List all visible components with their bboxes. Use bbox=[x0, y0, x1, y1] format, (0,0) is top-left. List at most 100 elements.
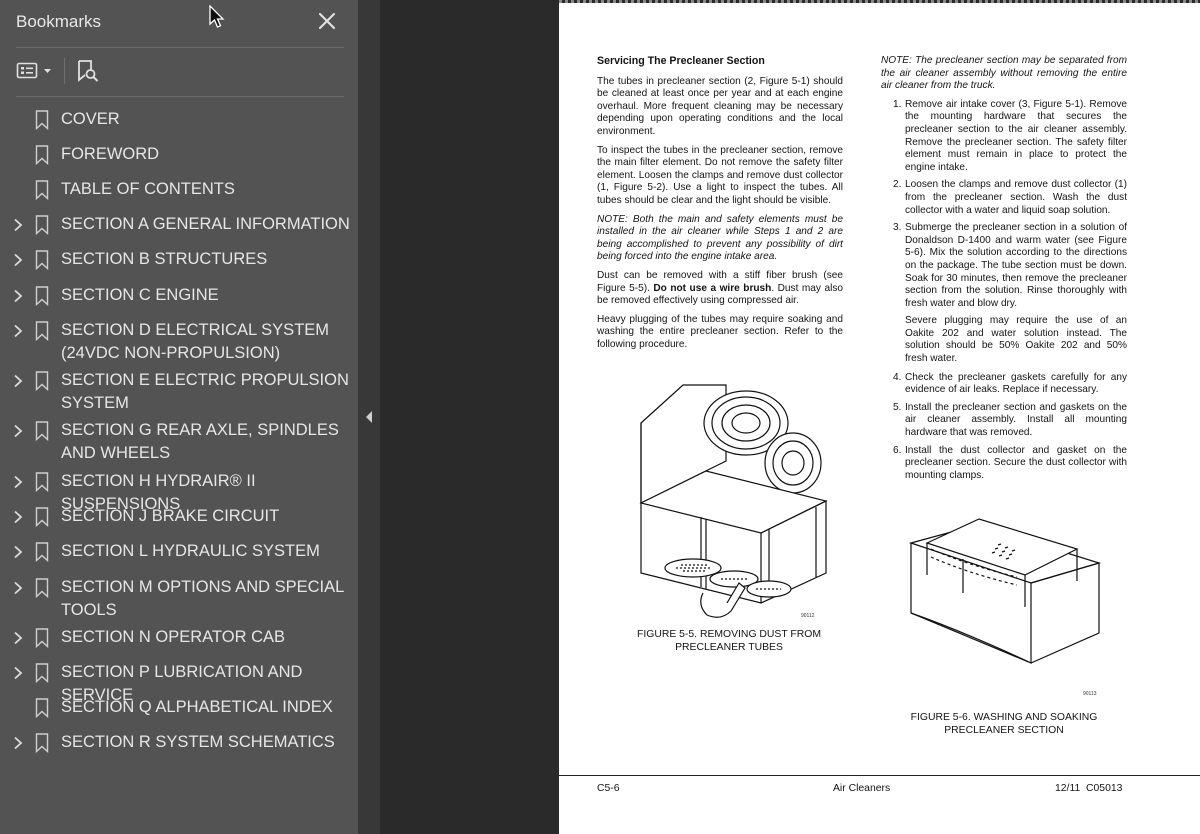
procedure-step: 2. Loosen the clamps and remove dust coll… bbox=[881, 179, 1127, 217]
section-heading: Servicing The Precleaner Section bbox=[597, 55, 765, 67]
note-paragraph: NOTE: The precleaner section may be sepa… bbox=[881, 55, 1127, 92]
bookmark-icon bbox=[35, 663, 49, 684]
caption-line: PRECLEANER SECTION bbox=[944, 724, 1064, 736]
bookmark-icon bbox=[35, 110, 49, 131]
bookmark-item[interactable]: SECTION D ELECTRICAL SYSTEM (24VDC NON-P… bbox=[0, 319, 358, 365]
panel-title: Bookmarks bbox=[16, 12, 102, 31]
procedure-step: 4. Check the precleaner gaskets carefully… bbox=[881, 372, 1127, 397]
step-number: 5. bbox=[893, 401, 902, 413]
page-number: C5-6 bbox=[597, 783, 620, 794]
bookmark-label: SECTION J BRAKE CIRCUIT bbox=[61, 507, 280, 525]
bookmark-item[interactable]: SECTION Q ALPHABETICAL INDEX bbox=[0, 696, 358, 720]
bookmark-label: SECTION G REAR AXLE, SPINDLES AND WHEELS bbox=[61, 421, 339, 462]
bookmark-label: SECTION A GENERAL INFORMATION bbox=[61, 215, 350, 233]
chevron-right-icon[interactable] bbox=[11, 324, 25, 338]
bookmark-item[interactable]: SECTION M OPTIONS AND SPECIAL TOOLS bbox=[0, 576, 358, 622]
step-text: Check the precleaner gaskets carefully f… bbox=[905, 371, 1127, 396]
paragraph: Severe plugging may require the use of a… bbox=[905, 315, 1127, 365]
bookmark-icon bbox=[35, 250, 49, 271]
step-text: Loosen the clamps and remove dust collec… bbox=[905, 179, 1127, 216]
chevron-right-icon[interactable] bbox=[11, 581, 25, 595]
bookmark-label: SECTION C ENGINE bbox=[61, 286, 219, 304]
chevron-right-icon[interactable] bbox=[11, 218, 25, 232]
chevron-right-icon[interactable] bbox=[11, 374, 25, 388]
figure-precleaner-brush: 90112 bbox=[631, 383, 831, 623]
chevron-right-icon[interactable] bbox=[11, 475, 25, 489]
bookmarks-toolbar bbox=[0, 52, 358, 90]
bookmark-icon bbox=[35, 371, 49, 392]
bookmarks-header: Bookmarks bbox=[0, 0, 358, 46]
step-text: Install the dust collector and gasket on… bbox=[905, 444, 1127, 481]
bookmark-icon bbox=[35, 698, 49, 719]
find-bookmark-icon[interactable] bbox=[75, 58, 101, 84]
procedure-step: 5. Install the precleaner section and gas… bbox=[881, 402, 1127, 440]
chevron-right-icon[interactable] bbox=[11, 666, 25, 680]
bookmark-item[interactable]: COVER bbox=[0, 108, 358, 132]
bookmark-item[interactable]: SECTION N OPERATOR CAB bbox=[0, 626, 358, 650]
procedure-step: 3. Submerge the precleaner section in a s… bbox=[881, 222, 1127, 310]
step-number: 6. bbox=[893, 444, 902, 456]
chevron-right-icon[interactable] bbox=[11, 545, 25, 559]
bookmark-item[interactable]: SECTION J BRAKE CIRCUIT bbox=[0, 505, 358, 529]
step-number: 1. bbox=[893, 98, 902, 110]
procedure-steps: 1. Remove air intake cover (3, Figure 5-1… bbox=[881, 99, 1127, 311]
bookmark-icon bbox=[35, 472, 49, 493]
chevron-right-icon[interactable] bbox=[11, 289, 25, 303]
chevron-right-icon[interactable] bbox=[11, 253, 25, 267]
left-column: Servicing The Precleaner Section The tub… bbox=[597, 55, 843, 357]
bookmark-label: COVER bbox=[61, 110, 120, 128]
bookmarks-panel: Bookmarks COVER FOREWORD TABLE OF CONTENTS bbox=[0, 0, 358, 834]
options-menu-icon[interactable] bbox=[16, 60, 56, 82]
close-icon[interactable] bbox=[316, 10, 338, 32]
bookmark-label: FOREWORD bbox=[61, 145, 160, 163]
bookmark-icon bbox=[35, 180, 49, 201]
bookmark-icon bbox=[35, 542, 49, 563]
bookmark-icon bbox=[35, 507, 49, 528]
bookmark-label: SECTION Q ALPHABETICAL INDEX bbox=[61, 698, 333, 716]
bookmark-label: SECTION R SYSTEM SCHEMATICS bbox=[61, 733, 335, 751]
chevron-right-icon[interactable] bbox=[11, 424, 25, 438]
step-text: Install the precleaner section and gaske… bbox=[905, 401, 1127, 439]
header-divider bbox=[16, 47, 344, 48]
bookmark-icon bbox=[35, 578, 49, 599]
figure-soaking-tank: 90113 bbox=[907, 513, 1103, 699]
document-page: Servicing The Precleaner Section The tub… bbox=[559, 3, 1200, 834]
paragraph: To inspect the tubes in the precleaner s… bbox=[597, 144, 843, 206]
procedure-steps-continued: 4. Check the precleaner gaskets carefully… bbox=[881, 372, 1127, 483]
bookmark-label: SECTION E ELECTRIC PROPULSION SYSTEM bbox=[61, 371, 349, 412]
chevron-right-icon[interactable] bbox=[11, 736, 25, 750]
bookmark-item[interactable]: SECTION H HYDRAIR® II SUSPENSIONS bbox=[0, 470, 358, 513]
figure-caption: FIGURE 5-6. WASHING AND SOAKING PRECLEAN… bbox=[899, 712, 1109, 737]
bookmark-item[interactable]: SECTION E ELECTRIC PROPULSION SYSTEM bbox=[0, 369, 358, 415]
procedure-step: 1. Remove air intake cover (3, Figure 5-1… bbox=[881, 99, 1127, 175]
bookmark-icon bbox=[35, 286, 49, 307]
bookmark-item[interactable]: SECTION A GENERAL INFORMATION bbox=[0, 213, 358, 237]
chevron-right-icon[interactable] bbox=[11, 510, 25, 524]
bookmark-label: SECTION L HYDRAULIC SYSTEM bbox=[61, 542, 320, 560]
bookmark-item[interactable]: SECTION C ENGINE bbox=[0, 284, 358, 308]
bookmark-item[interactable]: SECTION L HYDRAULIC SYSTEM bbox=[0, 540, 358, 564]
caption-line: FIGURE 5-5. REMOVING DUST FROM bbox=[637, 629, 821, 640]
toolbar-divider bbox=[16, 96, 344, 97]
collapse-left-icon[interactable] bbox=[360, 406, 380, 428]
bookmark-item[interactable]: SECTION R SYSTEM SCHEMATICS bbox=[0, 731, 358, 755]
step-text: Remove air intake cover (3, Figure 5-1).… bbox=[905, 98, 1127, 173]
bookmark-icon bbox=[35, 628, 49, 649]
bookmark-item[interactable]: SECTION B STRUCTURES bbox=[0, 248, 358, 272]
bookmark-label: SECTION M OPTIONS AND SPECIAL TOOLS bbox=[61, 578, 344, 619]
bookmark-icon bbox=[35, 421, 49, 442]
mouse-pointer-icon bbox=[208, 4, 226, 31]
step-number: 4. bbox=[893, 371, 902, 383]
caption-line: FIGURE 5-6. WASHING AND SOAKING bbox=[910, 712, 1098, 723]
toolbar-separator bbox=[64, 58, 65, 84]
figure-caption: FIGURE 5-5. REMOVING DUST FROM PRECLEANE… bbox=[619, 629, 839, 654]
figure-code: 90113 bbox=[1083, 691, 1097, 697]
bookmark-icon bbox=[35, 733, 49, 754]
bookmark-item[interactable]: FOREWORD bbox=[0, 143, 358, 167]
bookmark-item[interactable]: SECTION G REAR AXLE, SPINDLES AND WHEELS bbox=[0, 419, 358, 465]
bookmark-icon bbox=[35, 145, 49, 166]
bookmark-item[interactable]: SECTION P LUBRICATION AND SERVICE bbox=[0, 661, 358, 704]
chevron-right-icon[interactable] bbox=[11, 631, 25, 645]
bookmark-item[interactable]: TABLE OF CONTENTS bbox=[0, 178, 358, 202]
bookmark-label: SECTION D ELECTRICAL SYSTEM (24VDC NON-P… bbox=[61, 321, 330, 362]
